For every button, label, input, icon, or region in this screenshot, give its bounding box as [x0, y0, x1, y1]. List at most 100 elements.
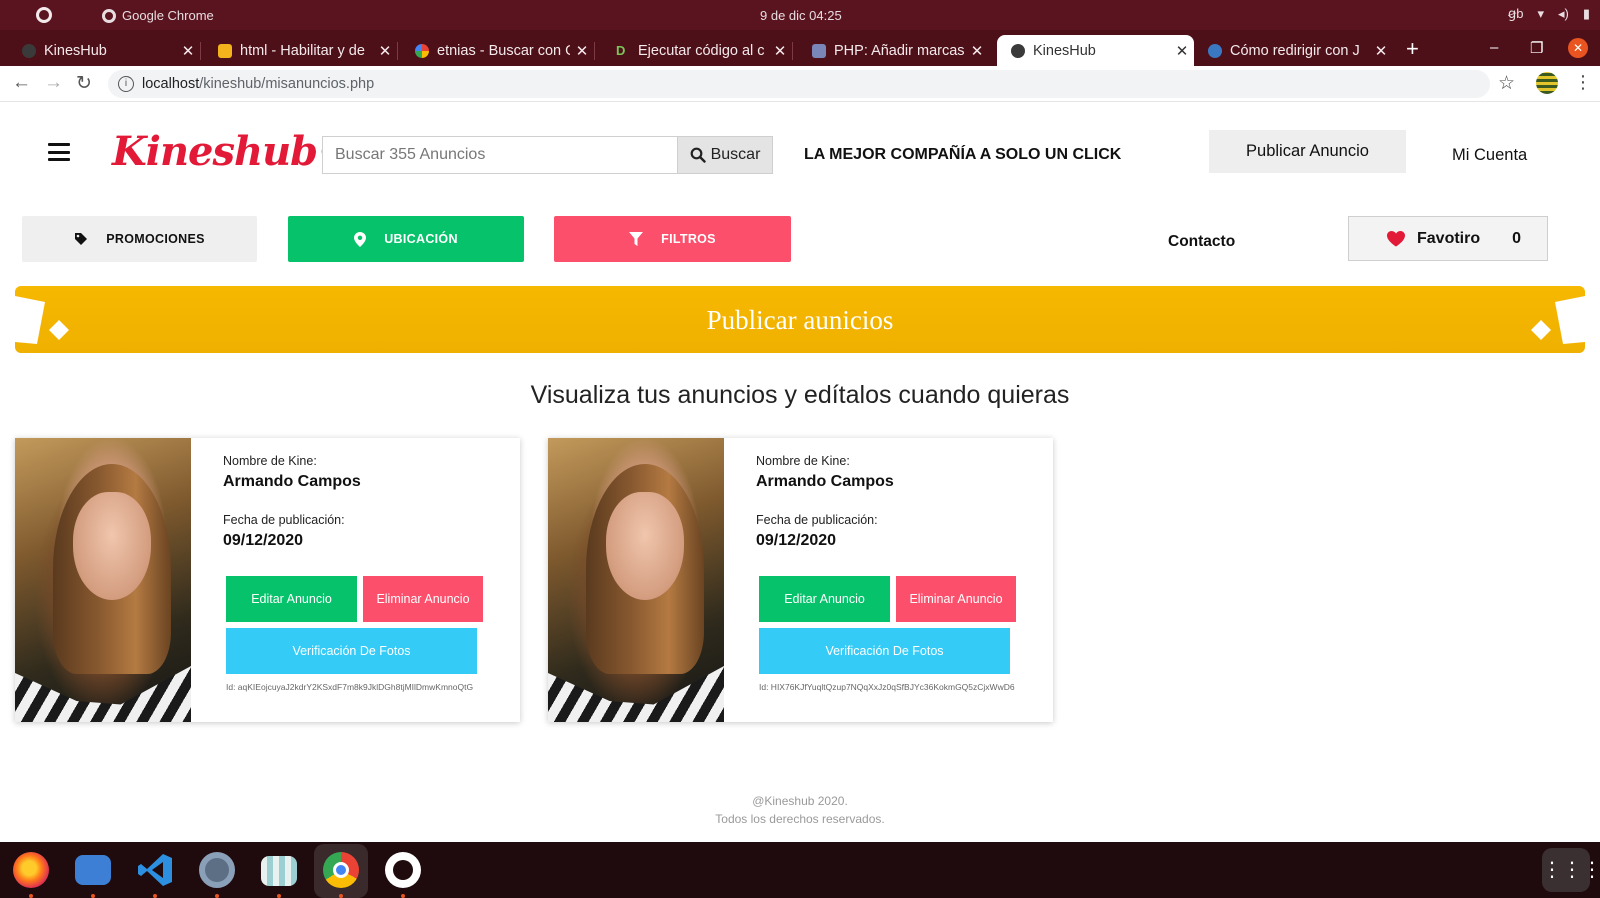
videos-icon[interactable]	[261, 856, 297, 886]
address-bar[interactable]: i localhost/kineshub/misanuncios.php	[108, 70, 1490, 98]
tab-close-icon[interactable]: ✕	[570, 42, 594, 60]
wifi-icon[interactable]: ▾	[1537, 6, 1544, 22]
tab-strip: KinesHub ✕ html - Habilitar y de ✕ etnia…	[0, 30, 1600, 66]
ad-card: Nombre de Kine: Armando Campos Fecha de …	[15, 438, 520, 722]
location-button[interactable]: UBICACIÓN	[288, 216, 524, 262]
ad-photo	[15, 438, 191, 722]
kine-name: Armando Campos	[756, 473, 894, 490]
hamburger-menu-icon[interactable]	[48, 143, 70, 161]
verify-photos-button[interactable]: Verificación De Fotos	[226, 628, 477, 674]
filter-funnel-icon	[629, 232, 644, 246]
browser-tab[interactable]: Cómo redirigir con J ✕	[1196, 35, 1393, 66]
tag-icon	[75, 233, 88, 245]
favorites-label: Favotiro	[1417, 229, 1481, 247]
ad-id: Id: HIX76KJfYuqltQzup7NQqXxJz0qSfBJYc36K…	[759, 682, 1015, 692]
search-input[interactable]	[323, 137, 668, 173]
browser-tab-active[interactable]: KinesHub ✕	[997, 35, 1194, 66]
tab-favicon-icon	[22, 43, 36, 58]
reload-icon[interactable]: ↻	[76, 72, 92, 95]
vscode-icon[interactable]	[137, 852, 173, 888]
google-icon	[415, 43, 429, 58]
minimize-button[interactable]: –	[1490, 39, 1498, 56]
tab-close-icon[interactable]: ✕	[373, 42, 397, 60]
publish-ad-button[interactable]: Publicar Anuncio	[1209, 130, 1406, 173]
promotions-button[interactable]: PROMOCIONES	[22, 216, 257, 262]
publish-date: 09/12/2020	[223, 532, 304, 549]
search-icon	[690, 147, 706, 163]
settings-icon[interactable]	[199, 852, 235, 888]
edit-ad-button[interactable]: Editar Anuncio	[226, 576, 357, 622]
tagline: LA MEJOR COMPAÑÍA A SOLO UN CLICK	[804, 146, 1122, 163]
url-text[interactable]: localhost/kineshub/misanuncios.php	[142, 76, 374, 92]
activities-icon[interactable]	[36, 7, 52, 23]
map-pin-icon	[354, 231, 367, 247]
files-icon[interactable]	[75, 855, 111, 885]
os-top-bar: Google Chrome 9 de dic 04:25 ꞡb ▾ ◂) ▮	[0, 0, 1600, 30]
tab-close-icon[interactable]: ✕	[1170, 42, 1194, 60]
browser-tab[interactable]: D Ejecutar código al c ✕	[594, 35, 793, 66]
github-icon[interactable]	[385, 852, 421, 888]
browser-menu-icon[interactable]: ⋮	[1574, 72, 1592, 93]
system-tray[interactable]: ꞡb ▾ ◂) ▮	[1508, 6, 1590, 22]
forward-arrow-icon[interactable]: →	[44, 72, 63, 94]
browser-tab[interactable]: PHP: Añadir marcas ✕	[792, 35, 989, 66]
my-account-link[interactable]: Mi Cuenta	[1452, 146, 1527, 165]
name-label: Nombre de Kine:	[756, 454, 850, 468]
footer-copyright: @Kineshub 2020.	[752, 794, 848, 808]
heart-icon	[1387, 230, 1405, 246]
tab-close-icon[interactable]: ✕	[1369, 42, 1393, 60]
ad-id: Id: aqKIEojcuyaJ2kdrY2KSxdF7m8k9JklDGh8t…	[226, 682, 474, 692]
favorites-button[interactable]: Favotiro 0	[1348, 216, 1548, 261]
app-name-label: Google Chrome	[122, 8, 214, 23]
browser-tab[interactable]: etnias - Buscar con G ✕	[397, 35, 595, 66]
tab-favicon-icon: D	[616, 42, 626, 58]
browser-tab[interactable]: KinesHub ✕	[0, 35, 201, 66]
info-icon[interactable]: i	[118, 76, 134, 92]
publish-banner: Publicar aunicios	[15, 286, 1585, 353]
browser-toolbar: ← → ↻ i localhost/kineshub/misanuncios.p…	[0, 66, 1600, 102]
bookmark-star-icon[interactable]: ☆	[1498, 72, 1515, 95]
verify-photos-button[interactable]: Verificación De Fotos	[759, 628, 1010, 674]
show-applications-icon[interactable]: ⋮⋮⋮	[1542, 848, 1600, 892]
ubuntu-dock	[0, 842, 1600, 898]
site-logo[interactable]: Kineshub♀	[112, 128, 341, 175]
search-button[interactable]: Buscar	[677, 136, 773, 174]
ad-photo	[548, 438, 724, 722]
php-icon	[812, 43, 826, 58]
ad-card: Nombre de Kine: Armando Campos Fecha de …	[548, 438, 1053, 722]
site-footer: @Kineshub 2020. Todos los derechos reser…	[0, 792, 1600, 828]
app-menu[interactable]: Google Chrome	[102, 8, 214, 23]
publish-date: 09/12/2020	[756, 532, 837, 549]
favorites-count: 0	[1512, 229, 1522, 247]
delete-ad-button[interactable]: Eliminar Anuncio	[363, 576, 483, 622]
tab-favicon-icon	[218, 43, 232, 58]
contact-link[interactable]: Contacto	[1168, 233, 1235, 251]
restore-button[interactable]: ❐	[1530, 39, 1543, 57]
chrome-icon[interactable]	[323, 852, 359, 888]
battery-icon[interactable]: ▮	[1583, 6, 1590, 22]
banner-title: Publicar aunicios	[706, 305, 894, 335]
tab-close-icon[interactable]: ✕	[176, 42, 200, 60]
tab-close-icon[interactable]: ✕	[768, 42, 792, 60]
page-subtitle: Visualiza tus anuncios y edítalos cuando…	[530, 381, 1070, 409]
extension-icon[interactable]	[1536, 72, 1558, 94]
filters-button[interactable]: FILTROS	[554, 216, 791, 262]
new-tab-button[interactable]: +	[1406, 36, 1419, 62]
date-label: Fecha de publicación:	[756, 513, 878, 527]
wordpress-icon	[1208, 43, 1222, 58]
edit-ad-button[interactable]: Editar Anuncio	[759, 576, 890, 622]
firefox-icon[interactable]	[13, 852, 49, 888]
footer-rights: Todos los derechos reservados.	[715, 812, 885, 826]
volume-icon[interactable]: ◂)	[1558, 6, 1569, 22]
globe-icon	[1011, 43, 1025, 58]
chrome-icon	[102, 8, 116, 23]
clock[interactable]: 9 de dic 04:25	[760, 8, 842, 23]
search-box: Buscar	[322, 136, 773, 174]
date-label: Fecha de publicación:	[223, 513, 345, 527]
keyboard-layout-icon[interactable]: ꞡb	[1508, 6, 1523, 22]
window-close-button[interactable]: ✕	[1568, 38, 1588, 58]
tab-close-icon[interactable]: ✕	[965, 42, 989, 60]
browser-tab[interactable]: html - Habilitar y de ✕	[200, 35, 398, 66]
delete-ad-button[interactable]: Eliminar Anuncio	[896, 576, 1016, 622]
back-arrow-icon[interactable]: ←	[12, 72, 31, 94]
